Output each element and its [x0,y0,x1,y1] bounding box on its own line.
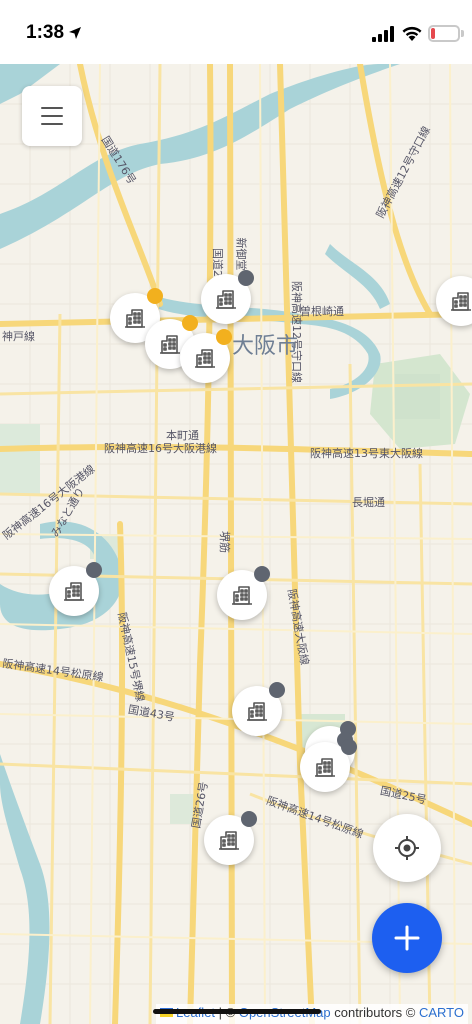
status-bar: 1:38 17 [0,0,472,64]
building-icon [125,309,145,328]
map-label: 神戸線 [2,330,35,343]
status-dot-gray [341,739,357,755]
wifi-icon [402,26,422,41]
battery-percent: 17 [437,27,451,39]
city-label: 大阪市 [232,334,299,359]
map-label: 堺筋 [218,531,231,553]
location-arrow-icon [69,27,81,39]
building-icon [64,582,84,601]
plus-icon [394,925,420,951]
battery-icon: 17 [428,25,460,42]
status-dot-yellow [216,329,232,345]
building-icon [315,758,335,777]
map-label: 阪神高速13号東大阪線 [310,447,423,460]
building-icon [451,292,471,311]
map-attribution: Leaflet | © OpenStreetMap contributors ©… [156,1004,468,1024]
menu-button[interactable] [22,86,82,146]
building-icon [195,349,215,368]
building-icon [219,831,239,850]
attribution-contributors: contributors © [330,1005,419,1020]
hamburger-icon-line [41,123,63,125]
status-dot-yellow [147,288,163,304]
locate-me-button[interactable] [373,814,441,882]
building-icon [160,335,180,354]
map-label: 新御堂 [234,237,248,271]
cellular-signal-icon [372,26,394,42]
map-label: 長堀通 [352,496,385,509]
hamburger-icon [41,107,63,109]
status-dot-yellow [182,315,198,331]
battery-tip [461,30,464,37]
status-dot-gray [241,811,257,827]
map-label: 阪神高速16号大阪港線 [104,442,217,455]
status-dot-gray [238,270,254,286]
building-icon [232,586,252,605]
status-dot-gray [269,682,285,698]
status-time: 1:38 [26,22,65,43]
add-button[interactable] [372,903,442,973]
building-icon [247,702,267,721]
hamburger-icon-line [41,115,63,117]
building-icon [216,290,236,309]
crosshair-icon [395,836,419,860]
carto-link[interactable]: CARTO [419,1005,464,1020]
home-indicator[interactable] [153,1009,321,1014]
status-dot-gray [254,566,270,582]
status-dot-gray [86,562,102,578]
map-label: 曽根崎通 [300,305,344,318]
